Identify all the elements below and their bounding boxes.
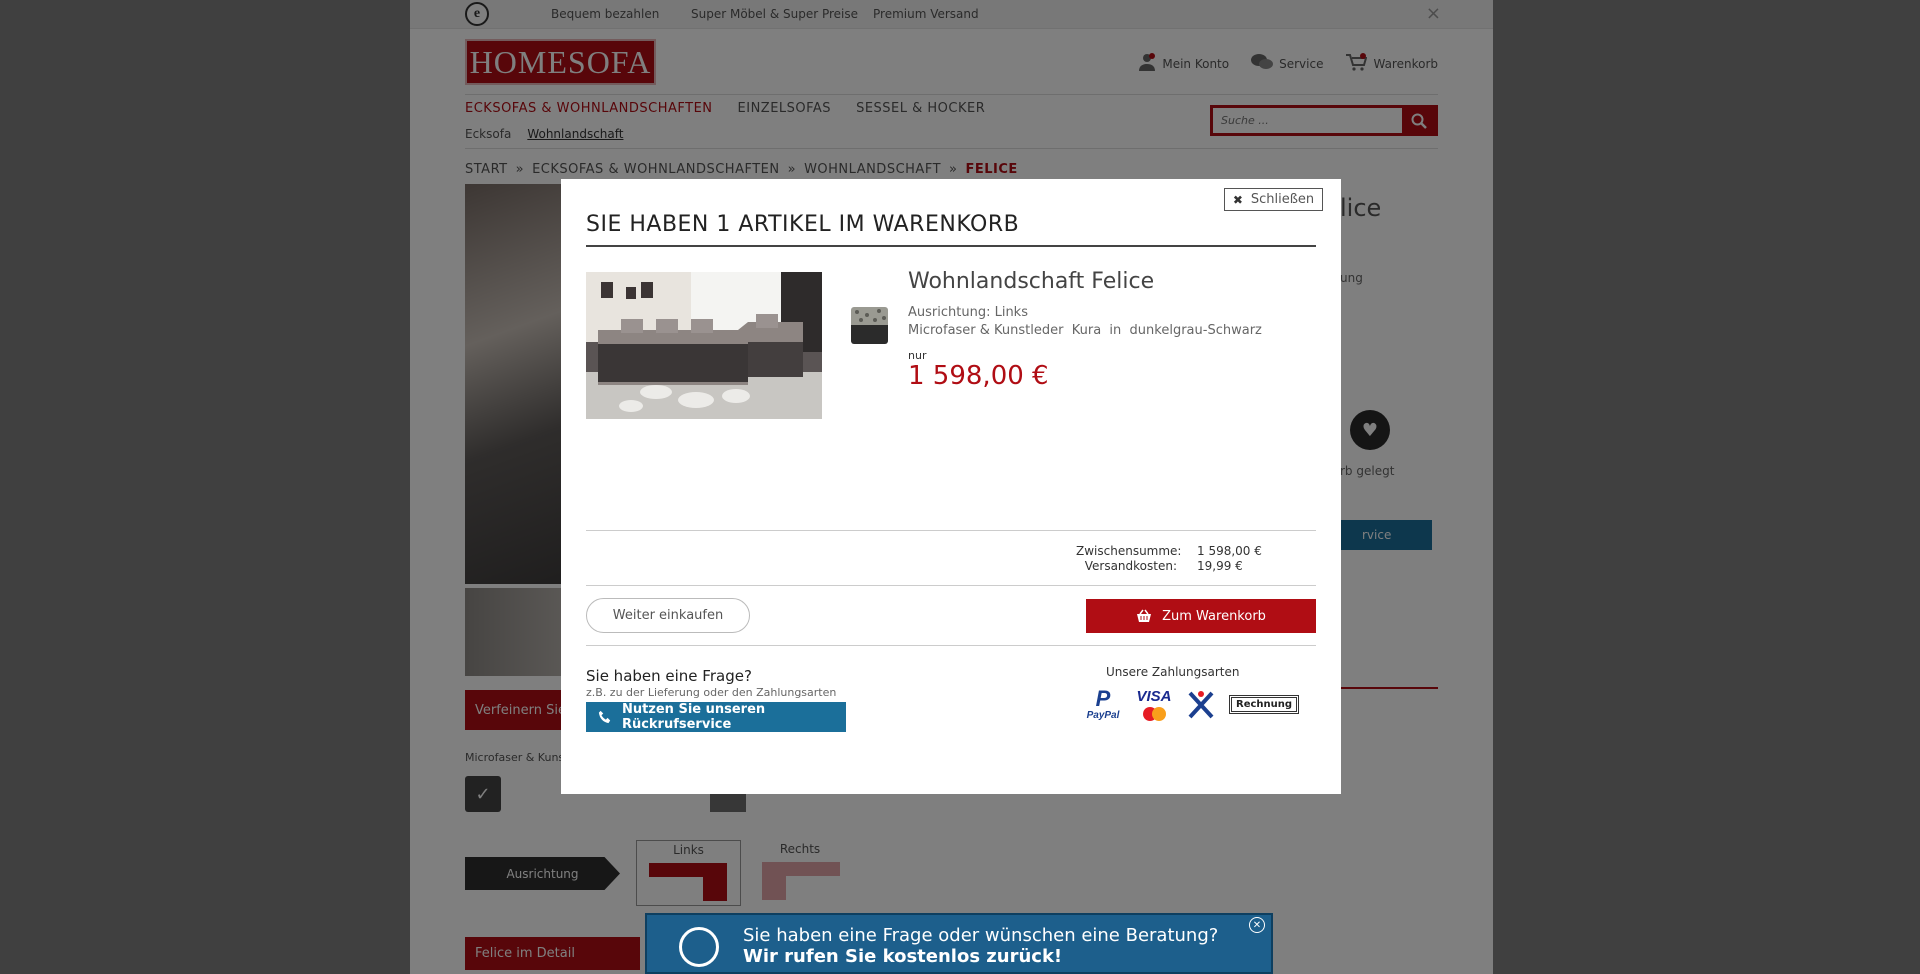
sofa-photo xyxy=(586,272,822,419)
visa-label: VISA xyxy=(1136,688,1172,705)
faq-title: Sie haben eine Frage? xyxy=(586,667,752,685)
shipping-value: 19,99 € xyxy=(1197,559,1243,573)
actions-divider-bottom xyxy=(586,645,1316,646)
callback-banner[interactable]: Sie haben eine Frage oder wünschen eine … xyxy=(645,913,1273,974)
cart-modal: ✖ Schließen SIE HABEN 1 ARTIKEL IM WAREN… xyxy=(561,179,1341,794)
title-divider xyxy=(586,245,1316,247)
paypal-label: PayPal xyxy=(1086,710,1120,721)
continue-shopping-button[interactable]: Weiter einkaufen xyxy=(586,598,750,633)
paypal-icon: P PayPal xyxy=(1085,686,1121,722)
callback-banner-line1: Sie haben eine Frage oder wünschen eine … xyxy=(743,925,1219,946)
payment-methods-title: Unsere Zahlungsarten xyxy=(1106,665,1240,679)
klarna-icon xyxy=(1187,690,1215,720)
subtotal-label: Zwischensumme: xyxy=(1076,544,1182,558)
go-to-cart-label: Zum Warenkorb xyxy=(1162,608,1266,624)
modal-title: SIE HABEN 1 ARTIKEL IM WARENKORB xyxy=(586,212,1020,237)
mastercard-icon xyxy=(1142,707,1166,721)
callback-service-button[interactable]: Nutzen Sie unseren Rückrufservice xyxy=(586,702,846,732)
totals-divider xyxy=(586,530,1316,531)
callback-service-label: Nutzen Sie unseren Rückrufservice xyxy=(621,702,766,732)
basket-icon xyxy=(1137,609,1152,622)
close-button[interactable]: ✖ Schließen xyxy=(1224,188,1323,211)
visa-mastercard-icon: VISA xyxy=(1135,688,1173,721)
shipping-label: Versandkosten: xyxy=(1084,559,1177,573)
phone-icon xyxy=(598,710,611,724)
support-agent-icon xyxy=(679,927,719,967)
subtotal-value: 1 598,00 € xyxy=(1197,544,1262,558)
product-name[interactable]: Wohnlandschaft Felice xyxy=(908,269,1154,294)
invoice-icon: Rechnung xyxy=(1229,695,1300,714)
faq-subtitle: z.B. zu der Lieferung oder den Zahlungsa… xyxy=(586,686,837,699)
product-material: Microfaser & Kunstleder Kura in dunkelgr… xyxy=(908,323,1262,338)
go-to-cart-button[interactable]: Zum Warenkorb xyxy=(1086,599,1316,633)
fabric-swatch xyxy=(851,307,888,344)
product-price: 1 598,00 € xyxy=(908,361,1049,391)
callback-banner-line2: Wir rufen Sie kostenlos zurück! xyxy=(743,946,1063,967)
payment-methods: P PayPal VISA Rechnung xyxy=(1085,686,1300,722)
paypal-glyph: P xyxy=(1095,686,1111,711)
cart-totals: Zwischensumme: 1 598,00 € Versandkosten:… xyxy=(1076,544,1262,574)
close-icon: ✖ xyxy=(1232,192,1243,207)
actions-divider-top xyxy=(586,585,1316,586)
product-orientation: Ausrichtung: Links xyxy=(908,305,1028,320)
product-image xyxy=(586,272,822,419)
close-label: Schließen xyxy=(1250,192,1315,207)
banner-close-icon[interactable]: ✕ xyxy=(1249,917,1265,933)
